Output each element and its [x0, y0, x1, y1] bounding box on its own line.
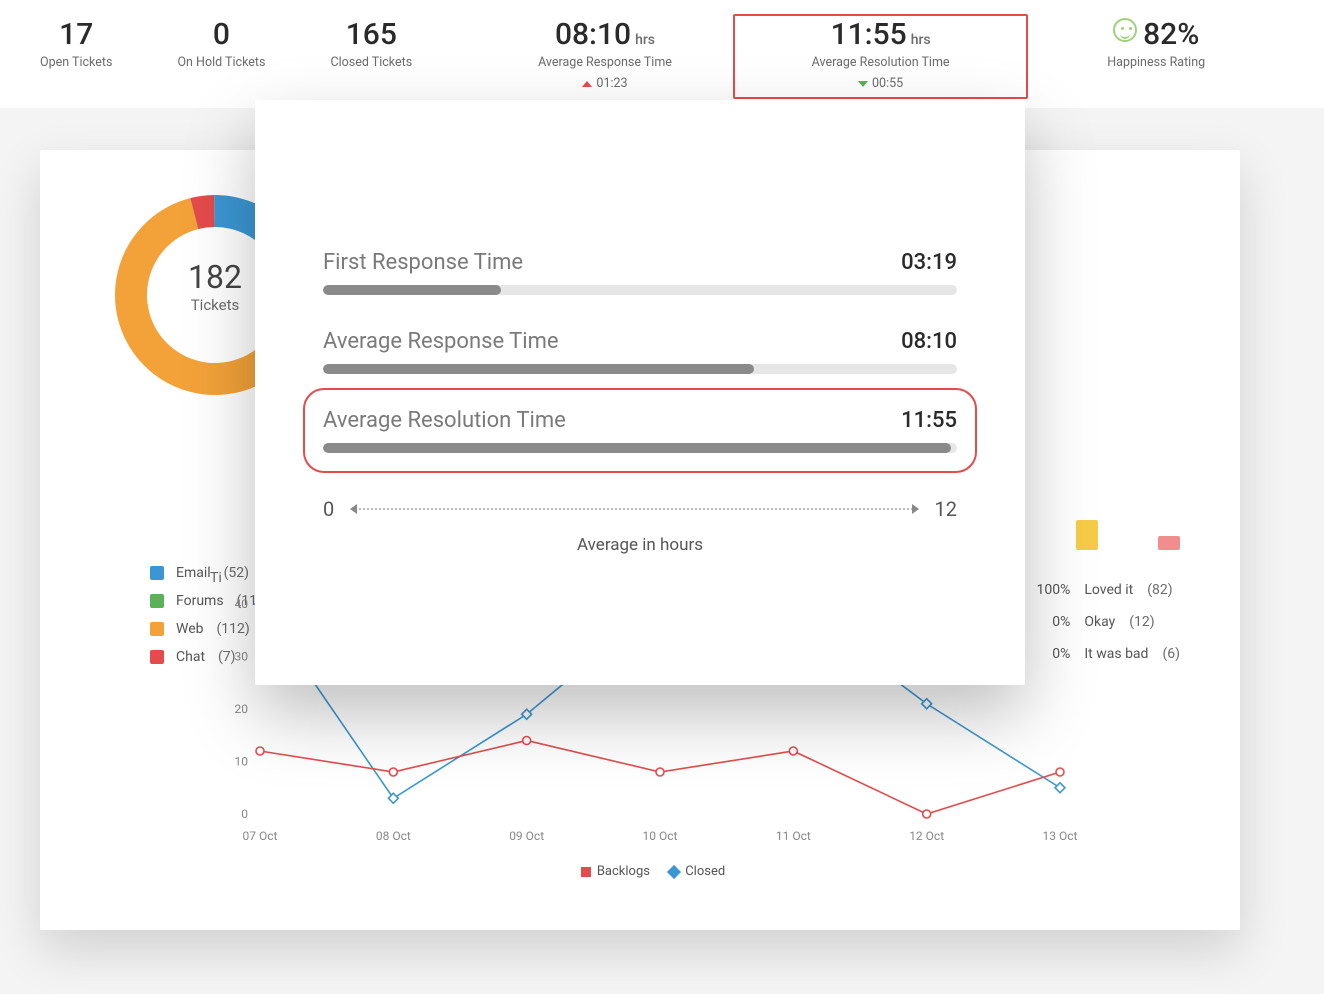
- metric-row[interactable]: Average Response Time 08:10: [323, 329, 957, 374]
- svg-text:09 Oct: 09 Oct: [509, 829, 544, 843]
- metric-value: 03:19: [901, 250, 957, 275]
- metric-label: Average Resolution Time: [323, 408, 566, 433]
- kpi-value: 17: [59, 18, 93, 51]
- metric-row[interactable]: Average Resolution Time 11:55: [323, 408, 957, 453]
- smile-icon: [1113, 18, 1137, 42]
- kpi-delta: 00:55: [858, 76, 903, 91]
- kpi-value: 0: [213, 18, 230, 51]
- traffic-legend: Backlogs Closed: [210, 864, 1080, 879]
- metric-fill: [323, 443, 951, 453]
- happiness-label: Okay: [1084, 614, 1115, 630]
- kpi-value: 11:55hrs: [831, 18, 931, 51]
- svg-text:11 Oct: 11 Oct: [776, 829, 811, 843]
- svg-text:0: 0: [241, 807, 248, 821]
- svg-text:12 Oct: 12 Oct: [909, 829, 944, 843]
- metric-value: 11:55: [901, 408, 957, 433]
- kpi-label: Average Response Time: [538, 55, 672, 70]
- scale-max: 12: [935, 497, 957, 521]
- kpi-bar: 17 Open Tickets 0 On Hold Tickets 165 Cl…: [0, 0, 1324, 108]
- happiness-label: It was bad: [1084, 646, 1148, 662]
- trend-down-icon: [858, 81, 868, 87]
- legend-label: Chat: [176, 649, 205, 665]
- kpi-label: Happiness Rating: [1107, 55, 1205, 70]
- happiness-count: (12): [1129, 614, 1154, 630]
- svg-text:40: 40: [235, 597, 249, 611]
- legend-label: Email: [176, 565, 211, 581]
- kpi-avg-response-time[interactable]: 08:10hrs Average Response Time 01:23: [477, 18, 733, 91]
- legend-swatch: [150, 594, 164, 608]
- kpi-label: Closed Tickets: [330, 55, 412, 70]
- metric-label: First Response Time: [323, 250, 523, 275]
- svg-text:07 Oct: 07 Oct: [243, 829, 278, 843]
- scale-track[interactable]: [352, 508, 916, 510]
- trend-up-icon: [582, 81, 592, 87]
- legend-label: Web: [176, 621, 204, 637]
- happiness-bar: [1158, 536, 1180, 550]
- kpi-onhold-tickets[interactable]: 0 On Hold Tickets: [177, 18, 265, 70]
- metric-bar: [323, 285, 957, 295]
- kpi-avg-resolution-time[interactable]: 11:55hrs Average Resolution Time 00:55: [733, 14, 1029, 99]
- svg-text:20: 20: [235, 702, 249, 716]
- kpi-label: Open Tickets: [40, 55, 112, 70]
- metrics-overlay-card: First Response Time 03:19 Average Response…: [255, 100, 1025, 685]
- kpi-label: On Hold Tickets: [177, 55, 265, 70]
- kpi-value: 82%: [1113, 18, 1199, 51]
- kpi-value: 08:10hrs: [555, 18, 655, 51]
- svg-text:30: 30: [235, 650, 249, 664]
- kpi-delta: 01:23: [582, 76, 627, 91]
- happiness-bar: [1076, 520, 1098, 550]
- legend-label: Closed: [685, 864, 725, 879]
- metric-bar: [323, 364, 957, 374]
- metric-fill: [323, 364, 754, 374]
- happiness-count: (82): [1147, 582, 1172, 598]
- legend-swatch-closed: [667, 864, 681, 878]
- legend-swatch: [150, 650, 164, 664]
- scale-row: 0 12: [323, 497, 957, 521]
- kpi-closed-tickets[interactable]: 165 Closed Tickets: [330, 18, 412, 70]
- kpi-label: Average Resolution Time: [812, 55, 950, 70]
- kpi-value: 165: [346, 18, 397, 51]
- happiness-count: (6): [1162, 646, 1180, 662]
- scale-min: 0: [323, 497, 334, 521]
- metric-fill: [323, 285, 501, 295]
- legend-swatch: [150, 622, 164, 636]
- metric-value: 08:10: [901, 329, 957, 354]
- svg-text:08 Oct: 08 Oct: [376, 829, 411, 843]
- happiness-label: Loved it: [1084, 582, 1133, 598]
- metric-label: Average Response Time: [323, 329, 559, 354]
- svg-text:13 Oct: 13 Oct: [1043, 829, 1078, 843]
- metric-bar: [323, 443, 957, 453]
- scale-label: Average in hours: [323, 535, 957, 555]
- svg-text:10: 10: [235, 755, 249, 769]
- legend-label: Backlogs: [597, 864, 650, 879]
- kpi-open-tickets[interactable]: 17 Open Tickets: [40, 18, 112, 70]
- legend-swatch: [150, 566, 164, 580]
- metric-row[interactable]: First Response Time 03:19: [323, 250, 957, 295]
- svg-text:10 Oct: 10 Oct: [643, 829, 678, 843]
- legend-swatch-backlogs: [581, 867, 591, 877]
- kpi-happiness[interactable]: 82% Happiness Rating: [1028, 18, 1284, 70]
